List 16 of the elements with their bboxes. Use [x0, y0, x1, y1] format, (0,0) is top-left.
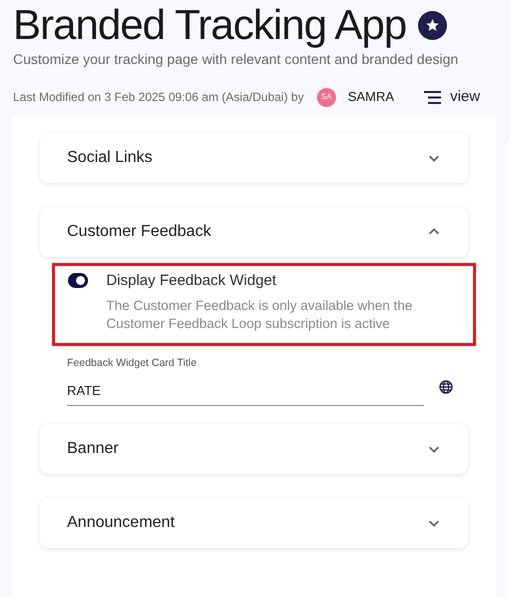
- user-name: SAMRA: [348, 88, 394, 106]
- view-button[interactable]: view: [424, 86, 480, 108]
- globe-icon[interactable]: [439, 380, 453, 394]
- last-modified-text: Last Modified on 3 Feb 2025 09:06 am (Asia/Dubai) by: [13, 89, 304, 106]
- menu-icon: [424, 90, 442, 104]
- toggle-note: The Customer Feedback is only available when the Customer Feedback Loop subscription is active: [106, 296, 414, 332]
- section-header[interactable]: Social Links: [40, 133, 468, 183]
- page-title: Branded Tracking App: [13, 2, 406, 48]
- section-header[interactable]: Banner: [40, 424, 468, 474]
- toggle-label: Display Feedback Widget: [106, 271, 278, 291]
- section-header[interactable]: Announcement: [40, 498, 468, 548]
- toggle-switch[interactable]: [68, 273, 88, 288]
- page-subtitle: Customize your tracking page with relevant content and branded design: [13, 50, 460, 69]
- card-title-field[interactable]: Feedback Widget Card Title RATE: [67, 356, 424, 406]
- user-avatar: SA: [316, 88, 336, 106]
- section-header[interactable]: Customer Feedback: [40, 207, 468, 257]
